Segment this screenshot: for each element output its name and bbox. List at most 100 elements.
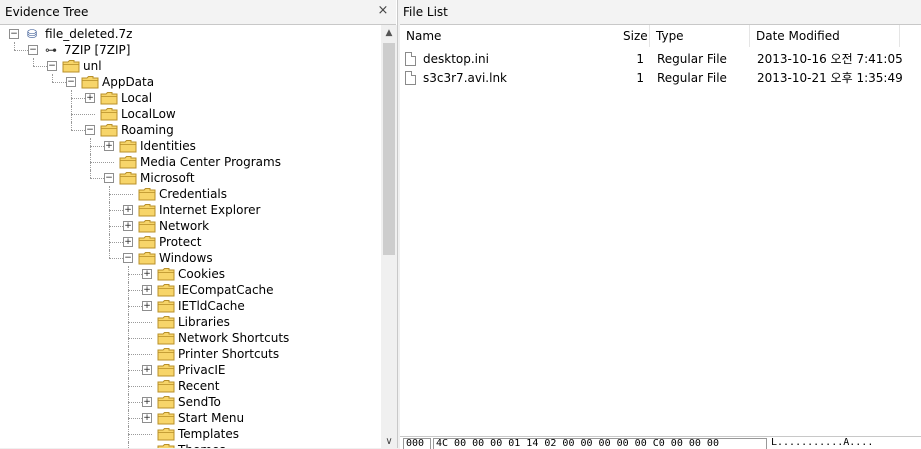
tree-node[interactable]: + IETldCache (0, 298, 380, 314)
tree-node[interactable]: Media Center Programs (0, 154, 380, 170)
tree-node[interactable]: − AppData (0, 74, 380, 90)
folder-icon (138, 220, 156, 233)
tree-node[interactable]: Network Shortcuts (0, 330, 380, 346)
file-type: Regular File (657, 71, 727, 85)
tree-node[interactable]: − Windows (0, 250, 380, 266)
folder-icon (138, 252, 156, 265)
chevron-down-icon[interactable]: ∨ (382, 436, 396, 448)
tree-node-label: Recent (178, 379, 220, 393)
collapse-icon[interactable]: − (104, 173, 114, 183)
tree-node[interactable]: + PrivacIE (0, 362, 380, 378)
close-icon[interactable]: × (376, 4, 390, 18)
expand-icon[interactable]: + (142, 301, 152, 311)
tree-node-label: unl (83, 59, 102, 73)
collapse-icon[interactable]: − (123, 253, 133, 263)
tree-node[interactable]: + SendTo (0, 394, 380, 410)
tree-node[interactable]: − Roaming (0, 122, 380, 138)
folder-icon (157, 332, 175, 345)
tree-node-label: IETldCache (178, 299, 245, 313)
tree-node[interactable]: LocalLow (0, 106, 380, 122)
tree-node[interactable]: Templates (0, 426, 380, 442)
tree-node-label: Media Center Programs (140, 155, 281, 169)
folder-icon (138, 204, 156, 217)
tree-node[interactable]: + Start Menu (0, 410, 380, 426)
tree-guide-line (128, 410, 129, 426)
scrollbar-thumb[interactable] (383, 43, 395, 255)
column-header-type[interactable]: Type (650, 25, 750, 47)
evidence-file-icon: ⛁ (26, 27, 38, 41)
tree-node[interactable]: + Identities (0, 138, 380, 154)
collapse-icon[interactable]: − (28, 45, 38, 55)
tree-guide-line (128, 362, 129, 378)
column-header-date-modified[interactable]: Date Modified (750, 25, 900, 47)
tree-node[interactable]: Themes (0, 442, 380, 448)
expand-icon[interactable]: + (85, 93, 95, 103)
tree-node[interactable]: + IECompatCache (0, 282, 380, 298)
tree-node-label: Local (121, 91, 153, 105)
tree-guide-line (128, 378, 129, 394)
tree-node-label: Roaming (121, 123, 174, 137)
scroll-up-arrow-icon[interactable]: ▲ (381, 25, 397, 41)
tree-node[interactable]: + Network (0, 218, 380, 234)
folder-icon (157, 364, 175, 377)
tree-node[interactable]: + Cookies (0, 266, 380, 282)
expand-icon[interactable]: + (142, 365, 152, 375)
collapse-icon[interactable]: − (66, 77, 76, 87)
file-row[interactable]: s3c3r7.avi.lnk 1 Regular File 2013-10-21… (400, 69, 921, 88)
tree-node[interactable]: + Protect (0, 234, 380, 250)
folder-icon (157, 444, 175, 448)
shortcut-file-icon (405, 71, 416, 85)
tree-node[interactable]: Recent (0, 378, 380, 394)
expand-icon[interactable]: + (142, 397, 152, 407)
file-date-modified: 2013-10-16 오전 7:41:05 (757, 52, 903, 66)
tree-guide-line (128, 322, 152, 323)
tree-guide-line (128, 298, 129, 314)
tree-node-label: file_deleted.7z (45, 27, 133, 41)
expand-icon[interactable]: + (123, 221, 133, 231)
folder-icon (138, 188, 156, 201)
folder-icon (157, 300, 175, 313)
hex-ascii: L...........À.... (771, 438, 874, 448)
evidence-tree-title: Evidence Tree (5, 5, 89, 19)
tree-node-label: Protect (159, 235, 202, 249)
collapse-icon[interactable]: − (9, 29, 19, 39)
tree-node-label: Internet Explorer (159, 203, 261, 217)
expand-icon[interactable]: + (142, 269, 152, 279)
tree-node[interactable]: + Local (0, 90, 380, 106)
expand-icon[interactable]: + (104, 141, 114, 151)
tree-node[interactable]: Printer Shortcuts (0, 346, 380, 362)
folder-icon (157, 380, 175, 393)
folder-icon (100, 124, 118, 137)
tree-guide-line (128, 426, 129, 442)
expand-icon[interactable]: + (142, 413, 152, 423)
file-name: desktop.ini (423, 52, 489, 66)
tree-guide-line (52, 74, 53, 82)
folder-icon (157, 284, 175, 297)
expand-icon[interactable]: + (142, 285, 152, 295)
collapse-icon[interactable]: − (47, 61, 57, 71)
file-row[interactable]: desktop.ini 1 Regular File 2013-10-16 오전… (400, 50, 921, 69)
tree-node[interactable]: + Internet Explorer (0, 202, 380, 218)
hex-view: 000 4C 00 00 00 01 14 02 00 00 00 00 00 … (400, 436, 921, 449)
tree-node[interactable]: − unl (0, 58, 380, 74)
tree-node-label: Cookies (178, 267, 225, 281)
tree-node[interactable]: − ⊶ 7ZIP [7ZIP] (0, 42, 380, 58)
tree-node[interactable]: − Microsoft (0, 170, 380, 186)
collapse-icon[interactable]: − (85, 125, 95, 135)
column-header-name[interactable]: Name (400, 25, 650, 47)
tree-scrollbar[interactable]: ▲ (381, 25, 397, 448)
tree-guide-line (109, 194, 133, 195)
tree-node[interactable]: − ⛁ file_deleted.7z (0, 26, 380, 42)
tree-node[interactable]: Libraries (0, 314, 380, 330)
tree-node-label: AppData (102, 75, 155, 89)
expand-icon[interactable]: + (123, 237, 133, 247)
folder-icon (157, 348, 175, 361)
tree-node-label: Windows (159, 251, 213, 265)
tree-guide-line (71, 114, 95, 115)
tree-node-label: Templates (178, 427, 240, 441)
expand-icon[interactable]: + (123, 205, 133, 215)
column-header-size[interactable]: Size (619, 25, 651, 47)
folder-icon (157, 316, 175, 329)
file-size: 1 (636, 71, 644, 85)
tree-node[interactable]: Credentials (0, 186, 380, 202)
